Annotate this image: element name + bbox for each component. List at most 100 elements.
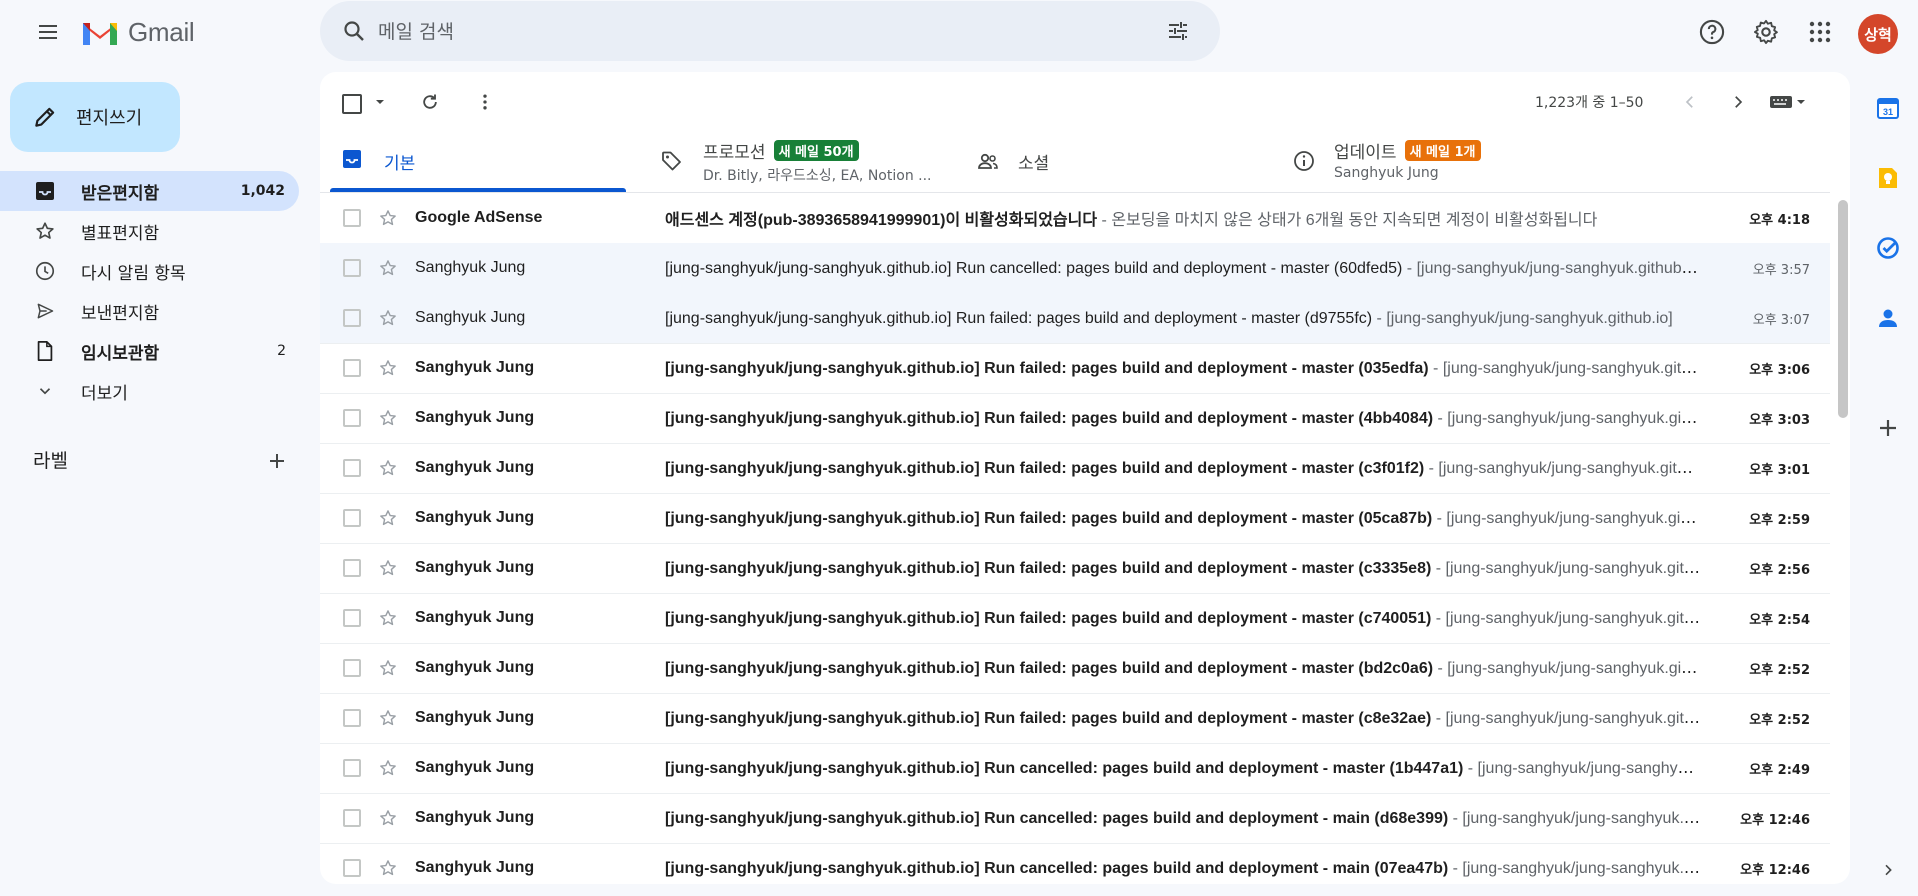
input-tools-button[interactable]: [1758, 84, 1818, 120]
support-button[interactable]: [1688, 8, 1736, 56]
inbox-icon: [342, 149, 366, 173]
sidebar-item-label: 다시 알림 항목: [81, 263, 186, 284]
message-preview: [jung-sanghyuk/jung-sanghyuk.github.io] …: [665, 358, 1700, 378]
keep-icon: [1879, 168, 1897, 188]
search-options-button[interactable]: [1158, 11, 1198, 51]
email-row[interactable]: Sanghyuk Jung [jung-sanghyuk/jung-sanghyu…: [320, 543, 1830, 594]
email-row[interactable]: Sanghyuk Jung [jung-sanghyuk/jung-sanghyu…: [320, 693, 1830, 744]
more-actions-button[interactable]: [465, 82, 505, 122]
star-icon[interactable]: [378, 608, 398, 628]
email-snippet: - [jung-sanghyuk/jung-sanghyuk.github.io…: [1467, 760, 1700, 777]
star-icon[interactable]: [378, 808, 398, 828]
star-icon[interactable]: [378, 258, 398, 278]
hide-side-panel-button[interactable]: [1874, 856, 1902, 884]
email-subject: [jung-sanghyuk/jung-sanghyuk.github.io] …: [665, 410, 1434, 427]
sidebar-item-snoozed[interactable]: 다시 알림 항목: [0, 251, 300, 291]
email-subject: [jung-sanghyuk/jung-sanghyuk.github.io] …: [665, 860, 1449, 877]
star-icon[interactable]: [378, 858, 398, 878]
sidebar-item-starred[interactable]: 별표편지함: [0, 211, 300, 251]
row-checkbox[interactable]: [343, 659, 361, 677]
search-bar[interactable]: [320, 1, 1220, 61]
calendar-addon-button[interactable]: 31: [1874, 94, 1902, 122]
row-checkbox[interactable]: [343, 809, 361, 827]
row-checkbox[interactable]: [343, 209, 361, 227]
email-row[interactable]: Google AdSense 애드센스 계정(pub-38936589419999…: [320, 193, 1830, 244]
email-row[interactable]: Sanghyuk Jung [jung-sanghyuk/jung-sanghyu…: [320, 643, 1830, 694]
row-checkbox[interactable]: [343, 759, 361, 777]
email-row[interactable]: Sanghyuk Jung [jung-sanghyuk/jung-sanghyu…: [320, 293, 1830, 344]
select-all-checkbox[interactable]: [342, 94, 362, 114]
email-subject: [jung-sanghyuk/jung-sanghyuk.github.io] …: [665, 810, 1449, 827]
star-icon[interactable]: [378, 358, 398, 378]
compose-button[interactable]: 편지쓰기: [10, 82, 180, 152]
star-icon[interactable]: [378, 208, 398, 228]
email-row[interactable]: Sanghyuk Jung [jung-sanghyuk/jung-sanghyu…: [320, 443, 1830, 494]
email-row[interactable]: Sanghyuk Jung [jung-sanghyuk/jung-sanghyu…: [320, 743, 1830, 794]
sidebar-item-label: 더보기: [81, 383, 128, 404]
sidebar-item-sent[interactable]: 보낸편지함: [0, 291, 300, 331]
email-row[interactable]: Sanghyuk Jung [jung-sanghyuk/jung-sanghyu…: [320, 843, 1830, 884]
sender-name: Sanghyuk Jung: [415, 559, 535, 576]
row-checkbox[interactable]: [343, 309, 361, 327]
star-icon[interactable]: [378, 508, 398, 528]
search-button[interactable]: [334, 11, 374, 51]
email-row[interactable]: Sanghyuk Jung [jung-sanghyuk/jung-sanghyu…: [320, 593, 1830, 644]
star-icon[interactable]: [378, 458, 398, 478]
google-apps-button[interactable]: [1796, 8, 1844, 56]
get-addons-button[interactable]: [1874, 414, 1902, 442]
email-subject: 애드센스 계정(pub-3893658941999901)이 비활성화되었습니다: [665, 212, 1098, 229]
email-row[interactable]: Sanghyuk Jung [jung-sanghyuk/jung-sanghyu…: [320, 393, 1830, 444]
tab-updates[interactable]: 업데이트 새 메일 1개 Sanghyuk Jung: [1270, 130, 1590, 192]
row-checkbox[interactable]: [343, 559, 361, 577]
sidebar-item-more[interactable]: 더보기: [0, 371, 300, 411]
tasks-addon-button[interactable]: [1874, 234, 1902, 262]
newer-button[interactable]: [1670, 82, 1710, 122]
row-checkbox[interactable]: [343, 359, 361, 377]
main-menu-button[interactable]: [24, 8, 72, 56]
star-icon[interactable]: [378, 408, 398, 428]
email-subject: [jung-sanghyuk/jung-sanghyuk.github.io] …: [665, 760, 1464, 777]
star-icon[interactable]: [378, 708, 398, 728]
select-menu-button[interactable]: [370, 92, 390, 112]
row-checkbox[interactable]: [343, 709, 361, 727]
sidebar-item-label: 보낸편지함: [81, 303, 160, 324]
tab-social[interactable]: 소셜: [954, 130, 1264, 192]
message-preview: [jung-sanghyuk/jung-sanghyuk.github.io] …: [665, 308, 1700, 328]
email-snippet: - [jung-sanghyuk/jung-sanghyuk.github.io…: [1372, 310, 1673, 327]
older-button[interactable]: [1718, 82, 1758, 122]
sidebar-item-drafts[interactable]: 임시보관함 2: [0, 331, 300, 371]
row-checkbox[interactable]: [343, 409, 361, 427]
scrollbar-thumb[interactable]: [1838, 200, 1848, 418]
email-row[interactable]: Sanghyuk Jung [jung-sanghyuk/jung-sanghyu…: [320, 243, 1830, 294]
tab-promotions[interactable]: 프로모션 새 메일 50개 Dr. Bitly, 라우드소싱, EA, Notio…: [638, 130, 948, 192]
row-checkbox[interactable]: [343, 859, 361, 877]
chevron-down-icon: [33, 379, 57, 403]
row-checkbox[interactable]: [343, 459, 361, 477]
email-row[interactable]: Sanghyuk Jung [jung-sanghyuk/jung-sanghyu…: [320, 343, 1830, 394]
star-icon[interactable]: [378, 558, 398, 578]
sidebar-item-inbox[interactable]: 받은편지함 1,042: [0, 171, 299, 211]
sender-name: Sanghyuk Jung: [415, 509, 535, 526]
email-row[interactable]: Sanghyuk Jung [jung-sanghyuk/jung-sanghyu…: [320, 493, 1830, 544]
email-snippet: - 온보딩을 마치지 않은 상태가 6개월 동안 지속되면 계정이 비활성화됩니…: [1097, 212, 1598, 229]
row-checkbox[interactable]: [343, 259, 361, 277]
send-icon: [33, 299, 57, 323]
gmail-logo[interactable]: Gmail: [80, 14, 195, 50]
refresh-button[interactable]: [410, 82, 450, 122]
contacts-addon-button[interactable]: [1874, 304, 1902, 332]
email-snippet: - [jung-sanghyuk/jung-sanghyuk.github.io…: [1402, 260, 1700, 277]
search-input[interactable]: [376, 15, 1140, 49]
row-checkbox[interactable]: [343, 509, 361, 527]
received-time: 오후 12:46: [1740, 812, 1810, 828]
tab-primary[interactable]: 기본: [320, 130, 630, 192]
email-snippet: - [jung-sanghyuk/jung-sanghyuk.github.io…: [1452, 860, 1700, 877]
keep-addon-button[interactable]: [1874, 164, 1902, 192]
star-icon[interactable]: [378, 658, 398, 678]
create-label-button[interactable]: [262, 446, 292, 476]
star-icon[interactable]: [378, 758, 398, 778]
settings-button[interactable]: [1742, 8, 1790, 56]
star-icon[interactable]: [378, 308, 398, 328]
row-checkbox[interactable]: [343, 609, 361, 627]
email-row[interactable]: Sanghyuk Jung [jung-sanghyuk/jung-sanghyu…: [320, 793, 1830, 844]
account-avatar[interactable]: 상혁: [1858, 14, 1898, 54]
